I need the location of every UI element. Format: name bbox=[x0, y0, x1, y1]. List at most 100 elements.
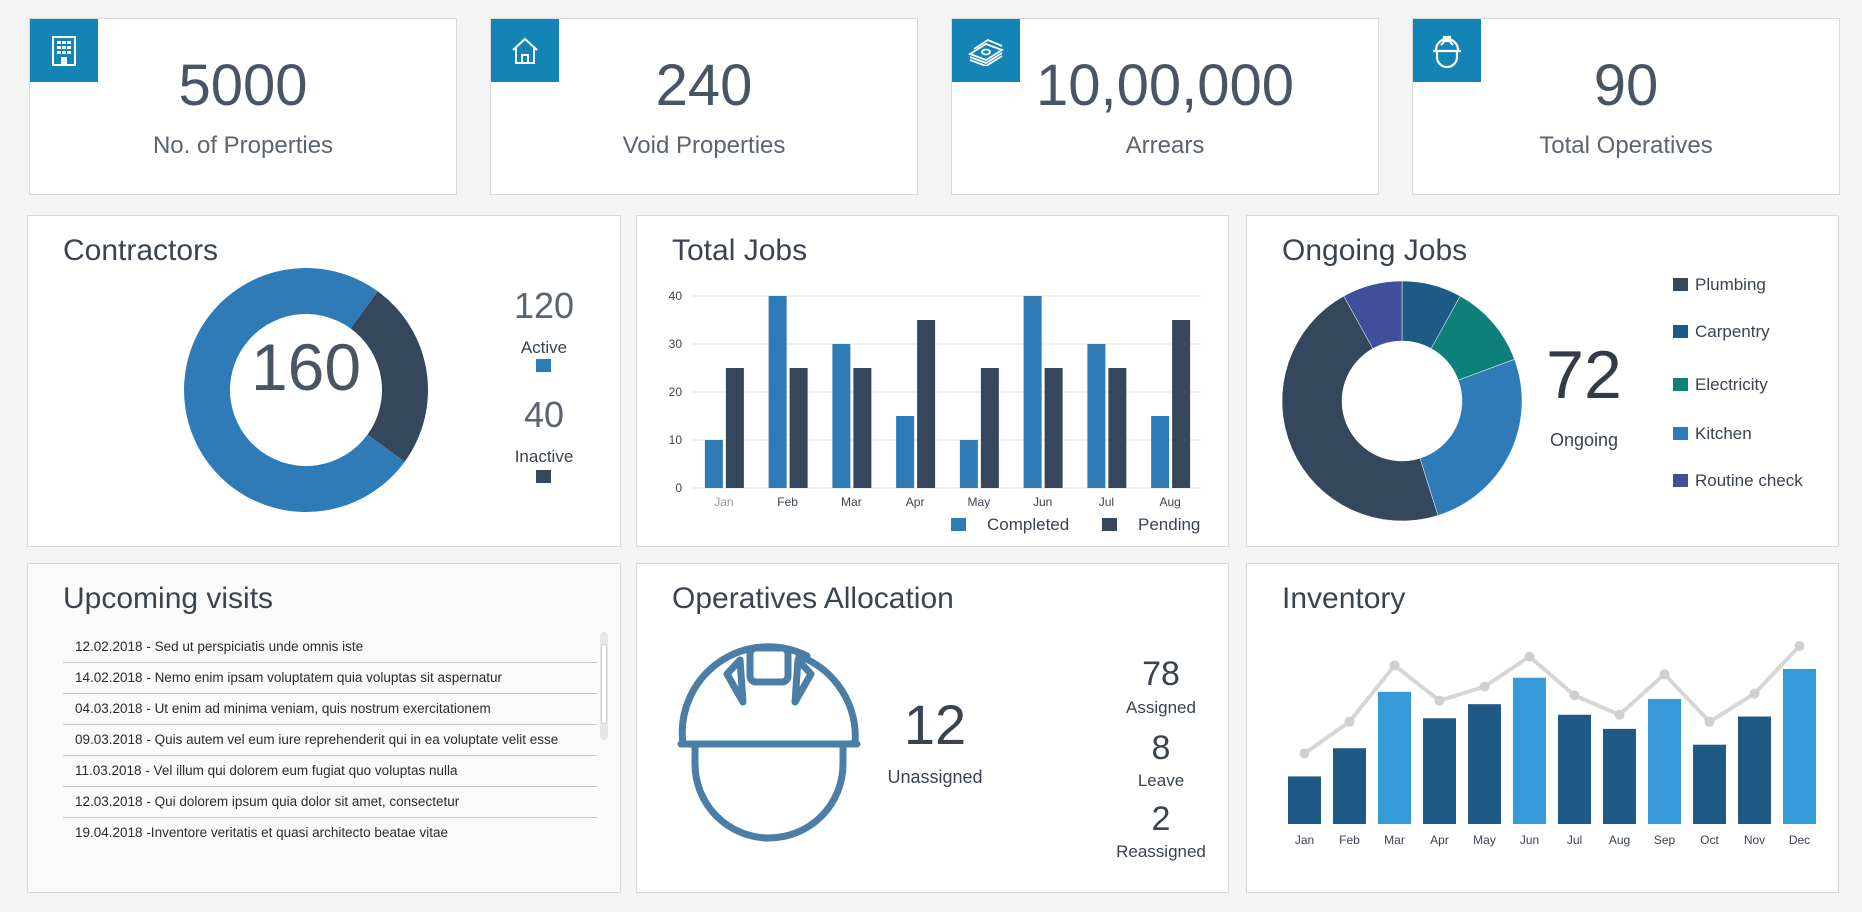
list-item[interactable]: 09.03.2018 - Quis autem vel eum iure rep… bbox=[63, 725, 597, 756]
operatives-chart: 12 Unassigned 78 Assigned 8 Leave 2 Reas… bbox=[677, 643, 1206, 861]
x-tick-label: Apr bbox=[906, 495, 925, 509]
active-count: 120 bbox=[514, 285, 574, 326]
y-tick-label: 40 bbox=[669, 289, 683, 303]
bar-completed[interactable] bbox=[896, 416, 915, 488]
legend-label: Kitchen bbox=[1695, 424, 1752, 443]
inventory-bar[interactable] bbox=[1783, 668, 1816, 824]
kpi-value: 10,00,000 bbox=[1035, 53, 1295, 118]
inventory-trend-point[interactable] bbox=[1479, 681, 1490, 692]
x-tick-label: Jul bbox=[1567, 833, 1582, 847]
bar-pending[interactable] bbox=[1108, 368, 1127, 488]
active-label: Active bbox=[521, 338, 567, 357]
bar-pending[interactable] bbox=[980, 368, 999, 488]
y-tick-label: 0 bbox=[675, 481, 682, 495]
bar-completed[interactable] bbox=[1087, 344, 1106, 488]
contractors-panel: Contractors 160 120 Active 40 Inactive bbox=[27, 215, 621, 547]
unassigned-count: 12 bbox=[904, 693, 966, 756]
leave-count: 8 bbox=[1152, 729, 1171, 767]
inventory-bar[interactable] bbox=[1693, 744, 1726, 824]
bar-completed[interactable] bbox=[832, 344, 851, 488]
inventory-trend-point[interactable] bbox=[1344, 716, 1355, 727]
ongoing-jobs-chart: 72 Ongoing Plumbing Carpentry Electricity K… bbox=[1281, 275, 1803, 522]
list-item[interactable]: 12.03.2018 - Qui dolorem ipsum quia dolo… bbox=[63, 787, 597, 818]
bar-pending[interactable] bbox=[853, 368, 872, 488]
contractors-chart: 160 120 Active 40 Inactive bbox=[183, 268, 574, 512]
list-item[interactable]: 04.03.2018 - Ut enim ad minima veniam, q… bbox=[63, 694, 597, 725]
inactive-slice[interactable] bbox=[350, 291, 428, 462]
inventory-bar[interactable] bbox=[1603, 728, 1636, 824]
inventory-trend-point[interactable] bbox=[1569, 690, 1580, 701]
legend-label: Plumbing bbox=[1695, 275, 1766, 294]
inventory-bar[interactable] bbox=[1648, 698, 1681, 824]
leave-label: Leave bbox=[1138, 771, 1184, 790]
visits-list[interactable]: 12.02.2018 - Sed ut perspiciatis unde om… bbox=[63, 632, 597, 848]
kpi-void-properties-card: 240 Void Properties bbox=[490, 18, 918, 195]
inventory-trend-point[interactable] bbox=[1614, 709, 1625, 720]
visits-scrollbar[interactable] bbox=[600, 632, 608, 740]
x-tick-label: Jan bbox=[714, 495, 733, 509]
y-tick-label: 20 bbox=[669, 385, 683, 399]
y-tick-label: 30 bbox=[669, 337, 683, 351]
inventory-bar[interactable] bbox=[1333, 748, 1366, 824]
inactive-legend-swatch bbox=[536, 470, 551, 483]
scrollbar-thumb[interactable] bbox=[601, 644, 607, 724]
inventory-bar[interactable] bbox=[1513, 677, 1546, 824]
inventory-bar[interactable] bbox=[1288, 776, 1321, 824]
bar-pending[interactable] bbox=[1044, 368, 1063, 488]
total-jobs-panel: Total Jobs 0 10 20 30 40 Jan Feb Mar Apr May Jun J… bbox=[636, 215, 1229, 547]
bar-pending[interactable] bbox=[917, 320, 936, 488]
inventory-bar[interactable] bbox=[1738, 716, 1771, 824]
inventory-trend-point[interactable] bbox=[1659, 669, 1670, 680]
legend-swatch bbox=[1673, 325, 1688, 338]
kpi-value: 5000 bbox=[178, 53, 308, 118]
bar-completed[interactable] bbox=[768, 296, 787, 488]
bar-completed[interactable] bbox=[959, 440, 978, 488]
legend-swatch bbox=[1673, 378, 1688, 391]
list-item[interactable]: 14.02.2018 - Nemo enim ipsam voluptatem … bbox=[63, 663, 597, 694]
list-item[interactable]: 12.02.2018 - Sed ut perspiciatis unde om… bbox=[63, 632, 597, 663]
bar-pending[interactable] bbox=[1172, 320, 1191, 488]
ongoing-jobs-panel: Ongoing Jobs 72 Ongoing Plumbing Carpentr… bbox=[1246, 215, 1839, 547]
bar-pending[interactable] bbox=[725, 368, 744, 488]
legend-label: Electricity bbox=[1695, 375, 1768, 394]
inventory-bar[interactable] bbox=[1558, 714, 1591, 824]
assigned-count: 78 bbox=[1142, 655, 1180, 693]
kpi-label: Void Properties bbox=[622, 132, 786, 159]
slice-kitchen[interactable] bbox=[1419, 359, 1523, 516]
inventory-trend-point[interactable] bbox=[1299, 748, 1310, 759]
bar-completed[interactable] bbox=[1151, 416, 1170, 488]
bar-pending[interactable] bbox=[789, 368, 808, 488]
bar-completed[interactable] bbox=[1023, 296, 1042, 488]
inventory-trend-point[interactable] bbox=[1389, 660, 1400, 671]
kpi-value: 90 bbox=[1593, 53, 1659, 118]
inventory-trend-point[interactable] bbox=[1794, 641, 1805, 652]
x-tick-label: Jun bbox=[1033, 495, 1052, 509]
inactive-count: 40 bbox=[524, 394, 564, 435]
inventory-trend-point[interactable] bbox=[1749, 688, 1760, 699]
x-tick-label: Mar bbox=[1384, 833, 1405, 847]
bar-completed[interactable] bbox=[704, 440, 723, 488]
x-tick-label: Feb bbox=[1339, 833, 1360, 847]
x-tick-label: Nov bbox=[1744, 833, 1765, 847]
x-tick-label: Oct bbox=[1700, 833, 1719, 847]
unassigned-label: Unassigned bbox=[887, 767, 982, 787]
assigned-label: Assigned bbox=[1126, 698, 1196, 717]
inventory-trend-point[interactable] bbox=[1434, 695, 1445, 706]
inventory-trend-point[interactable] bbox=[1704, 716, 1715, 727]
legend-pending-swatch bbox=[1102, 518, 1117, 531]
inventory-bar[interactable] bbox=[1468, 704, 1501, 824]
reassigned-count: 2 bbox=[1152, 800, 1171, 838]
operatives-allocation-panel: Operatives Allocation 12 Unassigned 78 A… bbox=[636, 563, 1229, 893]
kpi-properties-card: 5000 No. of Properties bbox=[29, 18, 457, 195]
kpi-label: No. of Properties bbox=[152, 132, 334, 159]
x-tick-label: Aug bbox=[1159, 495, 1180, 509]
inventory-bar[interactable] bbox=[1423, 718, 1456, 824]
list-item[interactable]: 19.04.2018 -Inventore veritatis et quasi… bbox=[63, 818, 597, 848]
inventory-bar[interactable] bbox=[1378, 691, 1411, 824]
legend-swatch bbox=[1673, 278, 1688, 291]
inventory-chart: Jan Feb Mar Apr May Jun Jul Aug Sep Oct Nov Dec bbox=[1288, 641, 1816, 847]
x-tick-label: Aug bbox=[1609, 833, 1630, 847]
list-item[interactable]: 11.03.2018 - Vel illum qui dolorem eum f… bbox=[63, 756, 597, 787]
kpi-label: Arrears bbox=[1125, 132, 1205, 159]
inventory-trend-point[interactable] bbox=[1524, 651, 1535, 662]
